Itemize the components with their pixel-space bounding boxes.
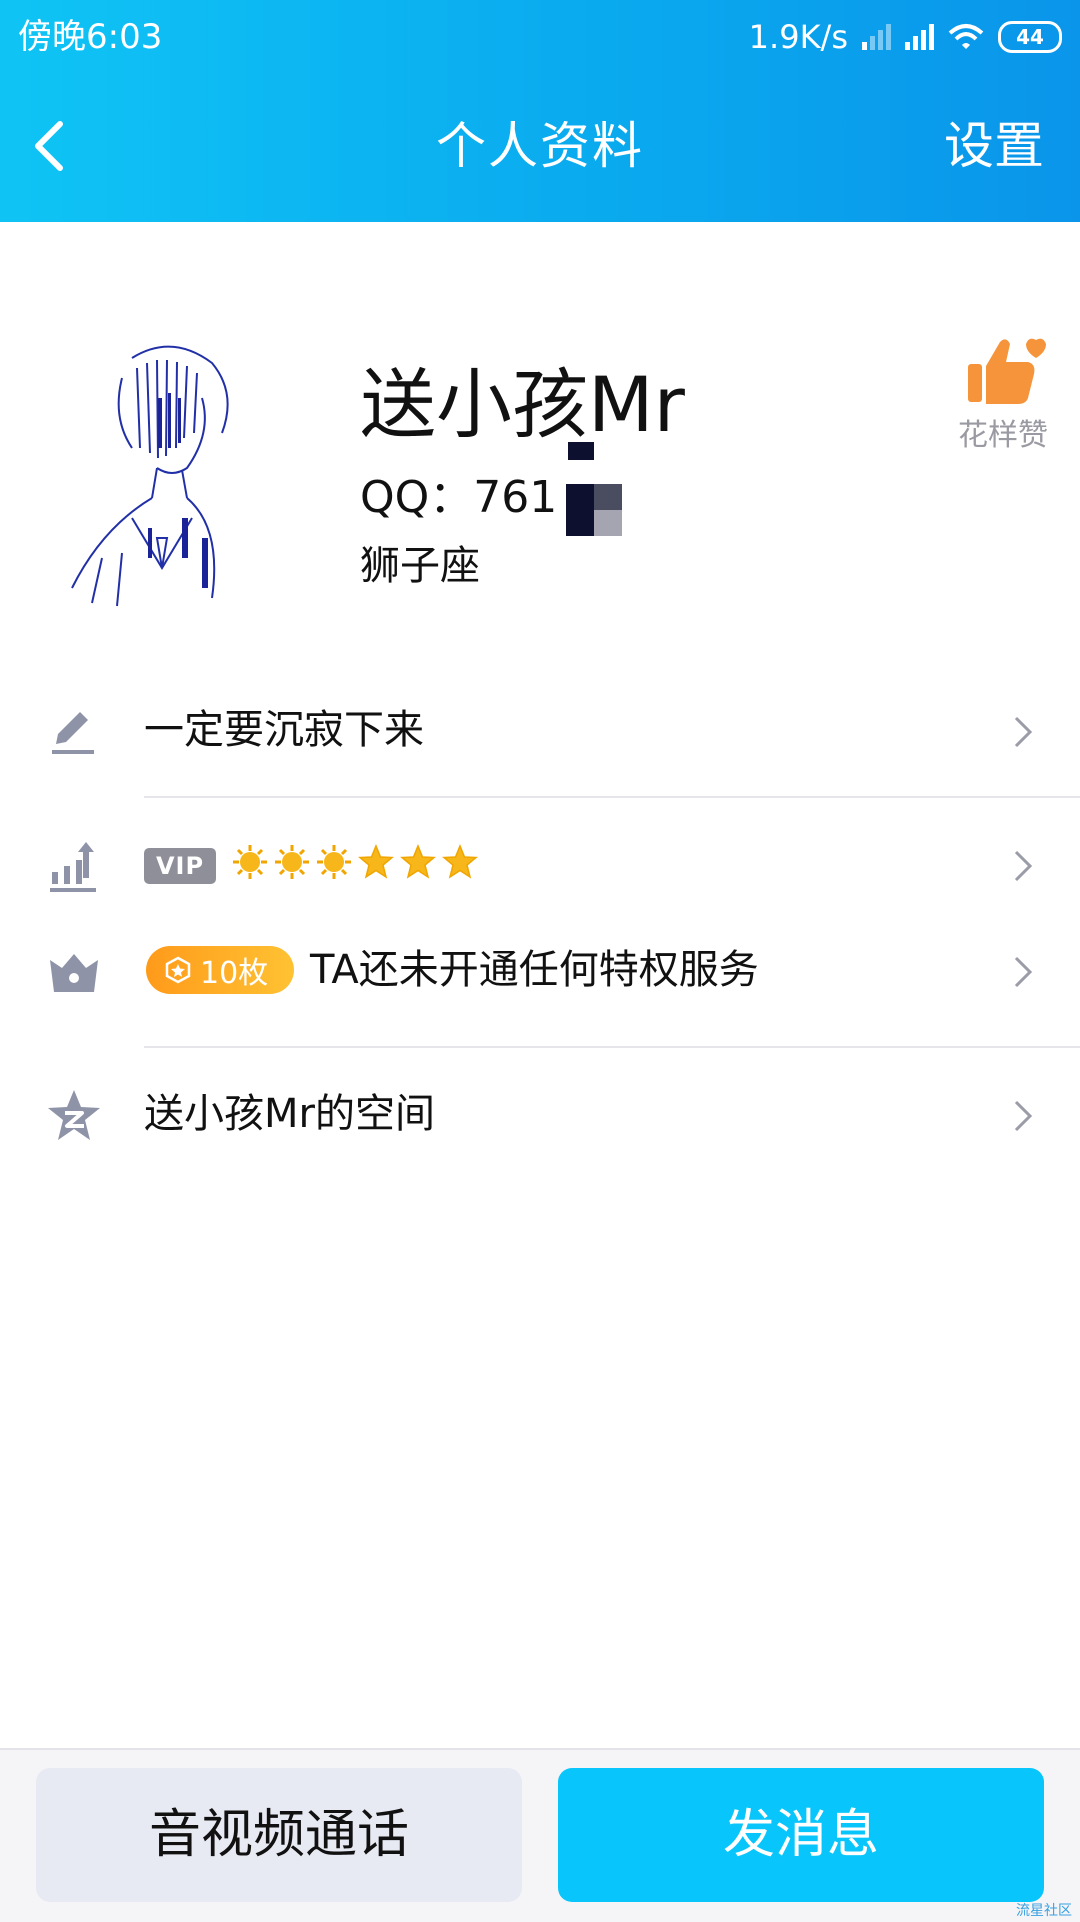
coin-count: 10枚 [200, 956, 269, 991]
coin-icon [165, 956, 191, 984]
thumbs-up-icon [968, 338, 1046, 404]
nav-bar: 个人资料 设置 [0, 90, 1080, 202]
status-indicators: 1.9K/s 44 [749, 14, 1062, 60]
sun-icon [275, 845, 309, 879]
bottom-action-bar: 音视频通话 发消息 流星社区 [0, 1748, 1080, 1922]
privilege-text: TA还未开通任何特权服务 [310, 947, 759, 993]
vip-level-row[interactable]: VIP [0, 814, 1080, 914]
page-title: 个人资料 [436, 117, 644, 175]
divider [144, 1046, 1080, 1048]
qq-number: QQ：761 [360, 472, 558, 523]
vip-stars [232, 844, 478, 880]
coin-badge: 10枚 [146, 946, 294, 994]
privilege-row[interactable]: 10枚 TA还未开通任何特权服务 [0, 920, 1080, 1020]
signal-weak-icon [862, 24, 891, 50]
av-call-button[interactable]: 音视频通话 [36, 1768, 522, 1902]
star-icon [442, 844, 478, 879]
redaction-mosaic [566, 484, 622, 536]
pencil-icon [52, 712, 94, 754]
sun-icon [233, 845, 267, 879]
profile-name: 送小孩Mr [360, 360, 685, 449]
star-icon [358, 844, 394, 879]
level-up-icon [50, 842, 96, 892]
signature-text: 一定要沉寂下来 [144, 707, 424, 753]
qzone-row[interactable]: 送小孩Mr的空间 [0, 1064, 1080, 1164]
wifi-icon [948, 24, 984, 49]
star-icon [400, 844, 436, 879]
send-message-button[interactable]: 发消息 [558, 1768, 1044, 1902]
settings-button[interactable]: 设置 [944, 118, 1044, 174]
header-bar: 傍晚6:03 1.9K/s 44 个人资料 设置 [0, 0, 1080, 222]
divider [144, 796, 1080, 798]
signal-icon [905, 24, 934, 50]
mosaic-dot [568, 442, 594, 460]
sun-icon [317, 845, 351, 879]
avatar[interactable] [62, 338, 262, 608]
qzone-text: 送小孩Mr的空间 [144, 1091, 435, 1137]
signature-row[interactable]: 一定要沉寂下来 [0, 680, 1080, 780]
network-speed: 1.9K/s [748, 18, 848, 56]
chevron-right-icon [1014, 1100, 1033, 1132]
chevron-right-icon [1014, 716, 1033, 748]
like-button[interactable]: 花样赞 [956, 334, 1056, 454]
zodiac-label: 狮子座 [360, 543, 480, 589]
vip-badge: VIP [144, 848, 216, 884]
battery-icon: 44 [998, 21, 1062, 53]
chevron-right-icon [1014, 956, 1033, 988]
crown-icon [50, 954, 98, 992]
like-label: 花样赞 [958, 418, 1048, 453]
watermark: 流星社区 [1016, 1903, 1072, 1919]
qzone-star-icon [48, 1090, 100, 1140]
chevron-right-icon [1014, 850, 1033, 882]
status-time: 傍晚6:03 [18, 17, 163, 57]
battery-level: 44 [1016, 25, 1044, 49]
